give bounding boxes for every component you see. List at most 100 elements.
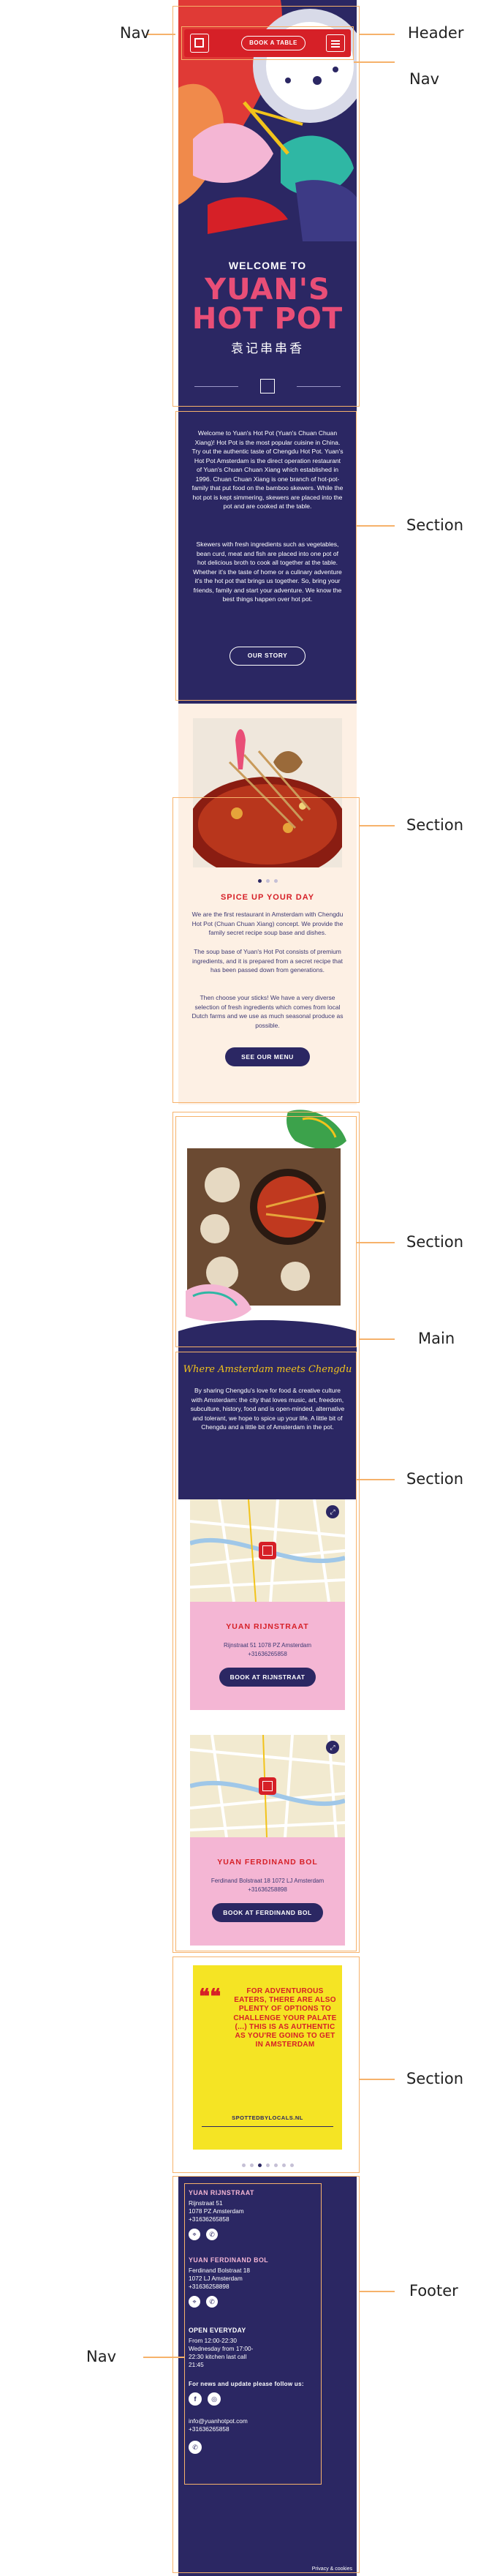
annotation-leader [357, 1479, 395, 1480]
story-paragraph: Skewers with fresh ingredients such as v… [193, 541, 342, 603]
footer-location-name: YUAN FERDINAND BOL [189, 2256, 269, 2264]
story-paragraph: Welcome to Yuan's Hot Pot (Yuan's Chuan … [191, 429, 344, 510]
annotation-leader [360, 825, 395, 826]
testimonial-divider [202, 2126, 333, 2127]
book-ferdinand-bol-button[interactable]: BOOK AT FERDINAND BOL [212, 1903, 323, 1922]
map-pin-icon[interactable]: ⌖ [189, 2296, 200, 2308]
map-pin-icon [259, 1542, 276, 1559]
annotation-leader [143, 2357, 184, 2358]
menu-icon[interactable] [326, 34, 345, 52]
map-pin-icon[interactable]: ⌖ [189, 2229, 200, 2240]
chinese-brand-text: 袁记串串香 [231, 342, 304, 356]
hero-divider-left [194, 386, 238, 387]
rijnstraat-map[interactable]: ⤢ [190, 1499, 345, 1602]
footer-city: 1078 PZ Amsterdam [189, 2207, 244, 2215]
phone-icon[interactable]: ✆ [206, 2296, 218, 2308]
map-expand-icon[interactable]: ⤢ [326, 1505, 339, 1518]
annotation-leader [360, 1338, 395, 1340]
top-nav-bar: BOOK A TABLE [184, 29, 351, 57]
carousel-dot[interactable] [289, 2163, 294, 2167]
location-name: YUAN RIJNSTRAAT [226, 1622, 309, 1631]
hours-line: 22:30 kitchen last call [189, 2353, 247, 2360]
annotation-label: Footer [409, 2282, 458, 2300]
site-footer: YUAN RIJNSTRAAT Rijnstraat 51 1078 PZ Am… [178, 2176, 357, 2576]
footer-city: 1072 LJ Amsterdam [189, 2275, 243, 2282]
annotation-leader [357, 1242, 395, 1243]
instagram-icon[interactable]: ◎ [208, 2392, 221, 2406]
carousel-dot[interactable] [273, 2163, 278, 2167]
ferdinand-bol-map[interactable]: ⤢ [190, 1735, 345, 1837]
quote-icon: ❝❝ [199, 1984, 221, 2008]
logo-icon[interactable] [190, 34, 209, 53]
testimonial-source[interactable]: SPOTTEDBYLOCALS.NL [193, 2114, 342, 2121]
site-header: BOOK A TABLE WELCOME TO YUAN'S HOT POT 袁… [178, 0, 357, 411]
footer-location-name: YUAN RIJNSTRAAT [189, 2189, 254, 2196]
location-card-ferdinand-bol: YUAN FERDINAND BOL Ferdinand Bolstraat 1… [190, 1837, 345, 1946]
facebook-icon[interactable]: f [189, 2392, 202, 2406]
footer-street: Rijnstraat 51 [189, 2199, 223, 2207]
annotation-leader [354, 61, 395, 63]
annotation-label: Main [418, 1330, 455, 1347]
hours-line: 21:45 [189, 2361, 204, 2368]
location-phone[interactable]: +31636258898 [197, 1886, 338, 1894]
testimonial-section: ❝❝ FOR ADVENTUROUS EATERS, THERE ARE ALS… [178, 1957, 357, 2176]
footer-phone[interactable]: +31636258898 [189, 2283, 335, 2291]
footer-email[interactable]: info@yuanhotpot.com [189, 2417, 335, 2425]
food-collage-image [178, 1104, 357, 1346]
footer-main-phone[interactable]: +31636265858 [189, 2425, 335, 2433]
spice-paragraph: Then choose your sticks! We have a very … [191, 994, 344, 1029]
carousel-dot[interactable] [257, 879, 262, 883]
annotation-leader [146, 34, 175, 35]
hours-line: From 12:00-22:30 [189, 2337, 237, 2344]
location-name: YUAN FERDINAND BOL [217, 1858, 318, 1867]
annotation-leader [360, 2291, 395, 2292]
book-table-button[interactable]: BOOK A TABLE [241, 36, 306, 50]
spice-paragraph: The soup base of Yuan's Hot Pot consists… [192, 948, 343, 973]
hours-title: OPEN EVERYDAY [189, 2327, 246, 2334]
carousel-dot[interactable] [249, 2163, 254, 2167]
privacy-link[interactable]: Privacy & cookies [312, 2566, 352, 2572]
map-pin-icon [259, 1777, 276, 1795]
annotation-leader [360, 34, 395, 35]
hot-pot-photo [193, 718, 342, 867]
testimonial-carousel-dots [178, 2158, 357, 2171]
carousel-dot[interactable] [281, 2163, 286, 2167]
spice-heading: SPICE UP YOUR DAY [220, 893, 315, 902]
location-phone[interactable]: +31636265858 [197, 1650, 338, 1658]
carousel-dot[interactable] [265, 2163, 270, 2167]
location-address: Ferdinand Bolstraat 18 1072 LJ Amsterdam [210, 1878, 325, 1884]
carousel-dot[interactable] [241, 2163, 246, 2167]
testimonial-quote: FOR ADVENTUROUS EATERS, THERE ARE ALSO P… [233, 1987, 337, 2049]
book-rijnstraat-button[interactable]: BOOK AT RIJNSTRAAT [219, 1668, 316, 1687]
hours-line: Wednesday from 17:00- [189, 2345, 254, 2352]
annotation-label: Section [406, 816, 464, 834]
annotation-label: Section [406, 1233, 464, 1251]
carousel-dot[interactable] [265, 879, 270, 883]
annotation-label: Nav [120, 24, 151, 42]
follow-text: For news and update please follow us: [189, 2381, 304, 2387]
carousel-dot[interactable] [257, 2163, 262, 2167]
annotation-leader [360, 2079, 395, 2080]
places-intro: By sharing Chengdu's love for food & cre… [190, 1387, 345, 1431]
see-menu-button[interactable]: SEE OUR MENU [225, 1047, 310, 1066]
phone-icon[interactable]: ✆ [206, 2229, 218, 2240]
welcome-heading: WELCOME TO [228, 260, 307, 271]
annotation-label: Nav [86, 2348, 117, 2365]
location-card-rijnstraat: YUAN RIJNSTRAAT Rijnstraat 51 1078 PZ Am… [190, 1602, 345, 1710]
footer-phone[interactable]: +31636265858 [189, 2215, 335, 2223]
annotation-label: Section [406, 2070, 464, 2087]
whatsapp-icon[interactable]: ✆ [189, 2441, 202, 2454]
annotation-label: Nav [409, 70, 440, 88]
annotation-label: Header [408, 24, 464, 42]
annotation-label: Section [406, 516, 464, 534]
map-expand-icon[interactable]: ⤢ [326, 1741, 339, 1754]
our-story-button[interactable]: OUR STORY [229, 647, 306, 666]
location-address: Rijnstraat 51 1078 PZ Amsterdam [223, 1642, 312, 1649]
brand-title-line2: HOT POT [191, 302, 344, 336]
places-section: Where Amsterdam meets Chengdu By sharing… [178, 1104, 357, 1957]
places-tagline: Where Amsterdam meets Chengdu [183, 1364, 352, 1375]
spice-section: SPICE UP YOUR DAY We are the first resta… [178, 704, 357, 1104]
emblem-icon [260, 379, 275, 393]
story-section: Welcome to Yuan's Hot Pot (Yuan's Chuan … [178, 411, 357, 704]
carousel-dot[interactable] [273, 879, 278, 883]
